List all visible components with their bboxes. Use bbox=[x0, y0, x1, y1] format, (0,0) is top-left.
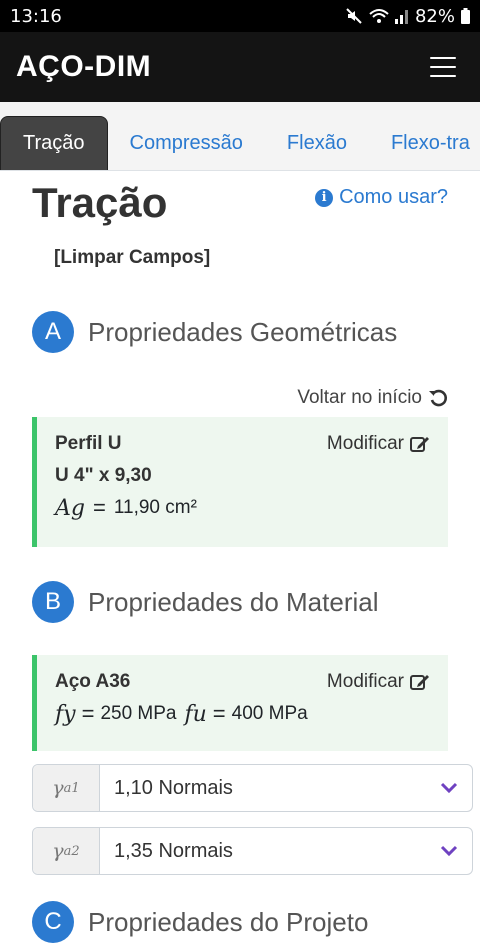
section-b-header: B Propriedades do Material bbox=[32, 581, 379, 623]
section-b-title: Propriedades do Material bbox=[88, 586, 379, 617]
tab-flexo-tracao[interactable]: Flexo-tra bbox=[369, 116, 480, 170]
clear-fields-link[interactable]: [Limpar Campos] bbox=[54, 247, 210, 269]
area-symbol: Ag bbox=[55, 495, 85, 521]
how-to-link[interactable]: i Como usar? bbox=[315, 186, 448, 209]
status-bar: 13:16 82% bbox=[0, 0, 480, 32]
fy-symbol: fy bbox=[55, 701, 76, 727]
area-value: 11,90 cm² bbox=[113, 497, 197, 518]
section-b-badge: B bbox=[32, 581, 74, 623]
tab-bar: Tração Compressão Flexão Flexo-tra bbox=[0, 102, 480, 171]
material-card: Aço A36 Modificar fy = 250 MPa fu = 400 … bbox=[32, 655, 448, 751]
tab-compressao[interactable]: Compressão bbox=[108, 116, 265, 170]
modify-material-button[interactable]: Modificar bbox=[327, 671, 430, 693]
fu-value: 400 MPa bbox=[231, 703, 308, 724]
signal-icon bbox=[394, 8, 409, 24]
section-a-title: Propriedades Geométricas bbox=[88, 316, 398, 347]
fu-symbol: fu bbox=[184, 701, 207, 727]
tab-tracao[interactable]: Tração bbox=[0, 116, 108, 170]
profile-name: U 4" x 9,30 bbox=[55, 465, 152, 486]
gamma-a2-label: γ a2 bbox=[33, 828, 100, 874]
gamma-a2-symbol: γ bbox=[52, 840, 64, 862]
battery-icon bbox=[461, 8, 470, 24]
chevron-down-icon bbox=[440, 845, 458, 857]
gamma-a1-value: 1,10 Normais bbox=[114, 776, 233, 799]
app-title[interactable]: AÇO-DIM bbox=[16, 50, 151, 84]
status-icons: 82% bbox=[345, 6, 470, 27]
modify-material-label: Modificar bbox=[326, 671, 404, 692]
battery-percent: 82% bbox=[414, 5, 455, 27]
gamma-a1-select[interactable]: γ a1 1,10 Normais bbox=[32, 764, 473, 812]
gamma-a2-value-box[interactable]: 1,35 Normais bbox=[100, 828, 472, 874]
info-icon: i bbox=[315, 188, 334, 207]
gamma-a2-value: 1,35 Normais bbox=[114, 839, 233, 862]
gamma-a1-symbol: γ bbox=[52, 777, 64, 799]
fy-value: 250 MPa bbox=[100, 703, 177, 724]
chevron-down-icon bbox=[440, 782, 458, 794]
menu-icon[interactable] bbox=[430, 57, 456, 77]
gamma-a2-sub: a2 bbox=[63, 843, 80, 859]
tab-flexao[interactable]: Flexão bbox=[265, 116, 369, 170]
restart-label: Voltar no início bbox=[297, 387, 422, 408]
gamma-a2-select[interactable]: γ a2 1,35 Normais bbox=[32, 827, 473, 875]
section-a-header: A Propriedades Geométricas bbox=[32, 311, 397, 353]
edit-icon bbox=[410, 673, 430, 691]
gamma-a1-value-box[interactable]: 1,10 Normais bbox=[100, 765, 472, 811]
section-c-badge: C bbox=[32, 901, 74, 943]
profile-card: Perfil U Modificar U 4" x 9,30 Ag = 11,9… bbox=[32, 417, 448, 547]
restart-icon bbox=[428, 388, 448, 408]
profile-type: Perfil U bbox=[55, 433, 122, 454]
gamma-a1-sub: a1 bbox=[63, 780, 80, 796]
gamma-a1-label: γ a1 bbox=[33, 765, 100, 811]
main-content: Tração i Como usar? [Limpar Campos] A Pr… bbox=[0, 171, 480, 943]
section-c-header: C Propriedades do Projeto bbox=[32, 901, 368, 943]
edit-icon bbox=[410, 435, 430, 453]
restart-link[interactable]: Voltar no início bbox=[297, 387, 448, 409]
section-c-title: Propriedades do Projeto bbox=[88, 906, 369, 937]
page-title: Tração bbox=[32, 179, 168, 226]
modify-profile-label: Modificar bbox=[326, 433, 404, 454]
steel-name: Aço A36 bbox=[55, 671, 131, 692]
mute-icon bbox=[345, 7, 363, 25]
how-to-label: Como usar? bbox=[339, 186, 448, 208]
wifi-icon bbox=[369, 8, 389, 24]
modify-profile-button[interactable]: Modificar bbox=[327, 433, 430, 455]
app-navbar: AÇO-DIM bbox=[0, 32, 480, 102]
status-time: 13:16 bbox=[10, 5, 62, 27]
section-a-badge: A bbox=[32, 311, 74, 353]
